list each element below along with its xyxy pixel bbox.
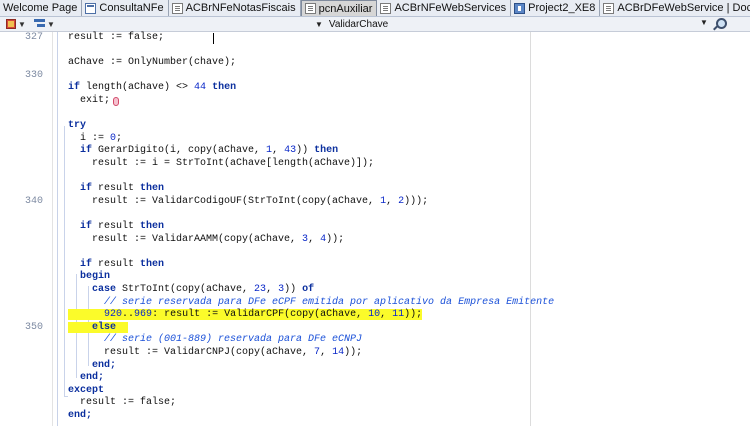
chevron-down-icon: ▼ (315, 19, 323, 29)
tab-consultanfe[interactable]: ConsultaNFe (82, 0, 169, 16)
method-selector[interactable]: ▼ ValidarChave (315, 18, 695, 30)
navigation-history-button[interactable]: ▼ (6, 18, 26, 30)
code-navigation-toolbar: ▼ ▼ ▼ ValidarChave ▼ (0, 17, 750, 32)
tab-label: ACBrNFeWebServices (394, 2, 507, 14)
tab-pcnauxiliar[interactable]: pcnAuxiliar (300, 0, 378, 16)
line-number: 340 (24, 195, 43, 207)
code-line: case StrToInt(copy(aChave, 23, 3)) of (68, 284, 315, 295)
tab-acbrnfenotasfiscais[interactable]: ACBrNFeNotasFiscais (169, 0, 301, 16)
editor-tab-bar: Welcome Page ConsultaNFe ACBrNFeNotasFis… (0, 0, 750, 17)
line-number: 330 (24, 69, 43, 81)
tab-label: ConsultaNFe (99, 2, 164, 14)
text-cursor (213, 33, 214, 44)
code-line: except (68, 384, 105, 396)
line-number: 327 (24, 32, 43, 43)
line-number: 350 (24, 321, 43, 333)
code-line: result := false; (68, 397, 177, 409)
mouse-cursor-icon (112, 96, 120, 106)
tab-label: Project2_XE8 (528, 2, 596, 14)
code-line: if GerarDigito(i, copy(aChave, 1, 43)) t… (68, 145, 339, 157)
code-comment: // serie (001-889) reservada para DFe eC… (68, 334, 363, 346)
highlighted-code-line: 920..969: result := ValidarCPF(copy(aCha… (68, 309, 423, 322)
chevron-down-icon[interactable]: ▼ (700, 18, 708, 27)
project-icon (514, 2, 526, 14)
tab-welcome-page[interactable]: Welcome Page (0, 0, 83, 16)
tab-label: Welcome Page (3, 2, 78, 14)
unit-file-icon (171, 2, 183, 14)
tab-acbrnfewebservices[interactable]: ACBrNFeWebServices (377, 0, 512, 16)
code-line: if length(aChave) <> 44 then (68, 82, 237, 94)
tab-label: pcnAuxiliar (318, 2, 373, 15)
tab-label: ACBrDFeWebService | Documentation (617, 2, 750, 14)
code-line: end; (68, 372, 105, 384)
code-editor[interactable]: 327 330 340 350 result := false; aChave … (0, 32, 750, 426)
search-icon[interactable] (712, 18, 727, 31)
form-icon (85, 2, 97, 14)
unit-file-icon (603, 2, 615, 14)
method-selector-value: ValidarChave (328, 18, 389, 30)
code-line: exit; (68, 95, 111, 106)
structure-view-button[interactable]: ▼ (34, 18, 55, 30)
code-line: try (68, 120, 87, 132)
tab-project2-xe8[interactable]: Project2_XE8 (511, 0, 601, 16)
code-line: result := ValidarCodigoUF(StrToInt(copy(… (68, 195, 429, 207)
structure-icon (34, 19, 45, 29)
block-guide (64, 126, 65, 396)
right-margin-line (530, 32, 531, 426)
line-number-gutter (0, 32, 42, 426)
code-line: i := 0; (68, 132, 123, 144)
chevron-down-icon: ▼ (18, 19, 26, 29)
gutter-divider (52, 32, 53, 426)
highlighted-code-line: else (68, 321, 129, 335)
code-line: end; (68, 410, 93, 421)
tab-label: ACBrNFeNotasFiscais (185, 2, 296, 14)
chevron-down-icon: ▼ (47, 19, 55, 29)
code-line: result := ValidarAAMM(copy(aChave, 3, 4)… (68, 233, 345, 245)
history-icon (6, 19, 16, 29)
code-line: aChave := OnlyNumber(chave); (68, 57, 237, 69)
code-line: result := false; (68, 32, 165, 43)
code-line: if result then (68, 183, 165, 195)
code-comment: // serie reservada para DFe eCPF emitida… (68, 296, 555, 308)
code-line: if result then (68, 221, 165, 232)
unit-file-icon (304, 3, 316, 14)
code-fold-guide (57, 32, 58, 426)
unit-file-icon (380, 2, 392, 14)
code-line: end; (68, 359, 117, 371)
code-line: result := i = StrToInt(aChave[length(aCh… (68, 158, 375, 169)
code-line: result := ValidarCNPJ(copy(aChave, 7, 14… (68, 347, 363, 358)
code-line: begin (68, 271, 111, 283)
code-line: if result then (68, 258, 165, 270)
tab-acbrdfewebservice-documentation[interactable]: ACBrDFeWebService | Documentation (600, 0, 750, 16)
